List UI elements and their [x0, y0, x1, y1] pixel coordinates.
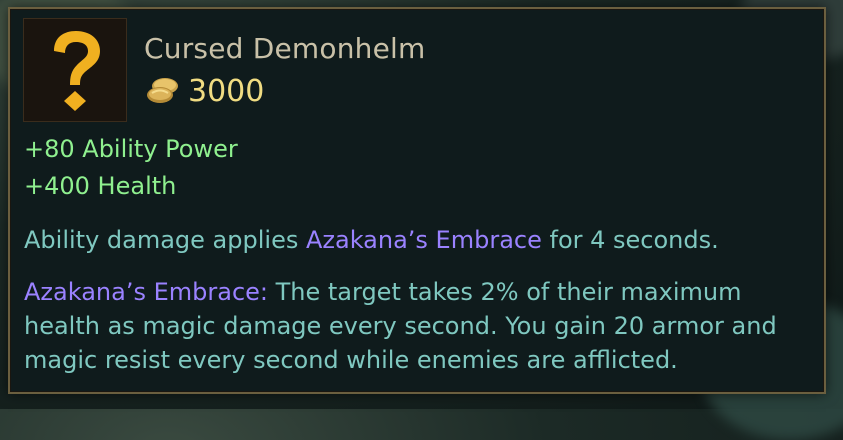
gold-coins-icon — [147, 78, 178, 103]
effect-description: Azakana’s Embrace: The target takes 2% o… — [24, 275, 814, 377]
passive-description: Ability damage applies Azakana’s Embrace… — [24, 223, 814, 257]
gold-cost-value: 3000 — [188, 73, 265, 109]
effect-keyword: Azakana’s Embrace: — [24, 278, 268, 306]
item-icon-frame — [23, 18, 127, 122]
question-mark-icon — [54, 31, 100, 111]
item-tooltip: Cursed Demonhelm 3000 +80 Ability Power … — [8, 7, 826, 394]
item-name: Cursed Demonhelm — [144, 32, 426, 65]
passive-text-suffix: for 4 seconds. — [541, 226, 719, 254]
passive-text-prefix: Ability damage applies — [24, 226, 306, 254]
stat-ability-power: +80 Ability Power — [24, 135, 238, 163]
stat-health: +400 Health — [24, 172, 177, 200]
item-cost: 3000 — [146, 71, 264, 111]
passive-keyword: Azakana’s Embrace — [305, 226, 542, 254]
